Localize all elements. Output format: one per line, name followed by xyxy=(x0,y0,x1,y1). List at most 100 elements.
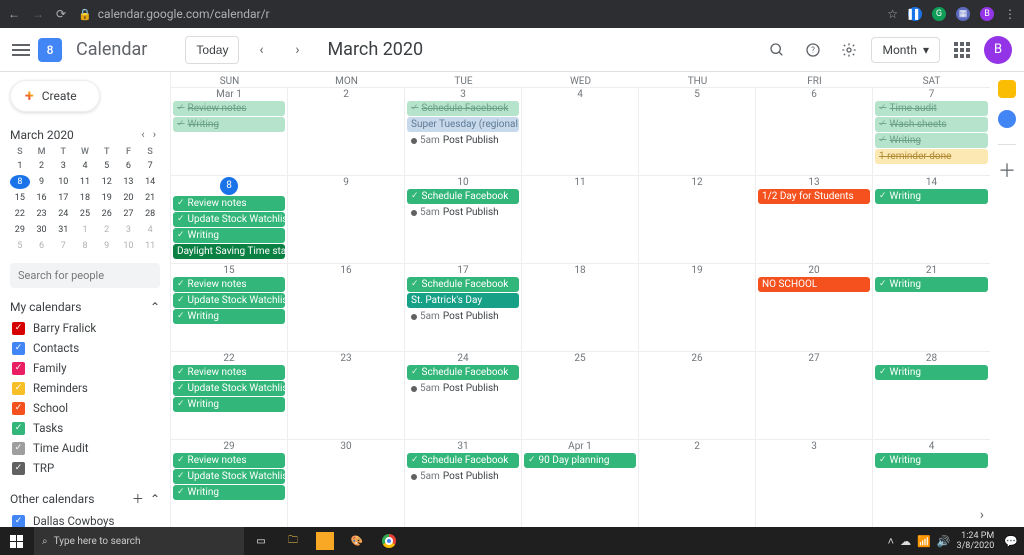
mini-day-cell[interactable]: 6 xyxy=(119,159,139,173)
next-period-button[interactable]: › xyxy=(283,36,311,64)
mini-day-cell[interactable]: 12 xyxy=(97,175,117,189)
day-cell[interactable]: 4 xyxy=(522,88,639,175)
mini-day-cell[interactable]: 5 xyxy=(97,159,117,173)
calendar-checkbox[interactable]: ✓ xyxy=(12,362,25,375)
taskbar-clock[interactable]: 1:24 PM 3/8/2020 xyxy=(957,531,999,551)
mini-day-cell[interactable]: 23 xyxy=(32,207,52,221)
search-people-input[interactable]: Search for people xyxy=(10,263,160,288)
tray-up-icon[interactable]: ˄ xyxy=(888,535,894,548)
keep-icon[interactable] xyxy=(998,80,1016,98)
day-cell[interactable]: 30 xyxy=(288,440,405,527)
mini-day-cell[interactable]: 6 xyxy=(32,239,52,253)
day-cell[interactable]: 28✓Writing xyxy=(873,352,990,439)
day-cell[interactable]: 8✓Review notes✓Update Stock Watchlist✓Wr… xyxy=(171,176,288,263)
mini-day-cell[interactable]: 17 xyxy=(53,191,73,205)
calendar-event[interactable]: Super Tuesday (regional holiday) xyxy=(407,117,519,132)
day-cell[interactable]: 3 xyxy=(756,440,873,527)
calendar-event[interactable]: 5amPost Publish xyxy=(407,133,519,148)
mini-day-cell[interactable]: 15 xyxy=(10,191,30,205)
day-cell[interactable]: 18 xyxy=(522,264,639,351)
calendar-event[interactable]: 5amPost Publish xyxy=(407,205,519,220)
day-cell[interactable]: 23 xyxy=(288,352,405,439)
calendar-checkbox[interactable]: ✓ xyxy=(12,342,25,355)
mini-day-cell[interactable]: 24 xyxy=(53,207,73,221)
calendar-event[interactable]: ✓Update Stock Watchlist xyxy=(173,212,285,227)
mini-day-cell[interactable]: 28 xyxy=(140,207,160,221)
calendar-list-item[interactable]: ✓Reminders xyxy=(10,378,160,398)
day-cell[interactable]: 17✓Schedule FacebookSt. Patrick's Day5am… xyxy=(405,264,522,351)
mini-day-cell[interactable]: 30 xyxy=(32,223,52,237)
day-cell[interactable]: 25 xyxy=(522,352,639,439)
browser-reload-icon[interactable]: ⟳ xyxy=(56,7,66,21)
day-cell[interactable]: Mar 1✓Review notes✓Writing xyxy=(171,88,288,175)
google-apps-icon[interactable] xyxy=(948,36,976,64)
day-cell[interactable]: 6 xyxy=(756,88,873,175)
today-button[interactable]: Today xyxy=(185,36,239,64)
mini-day-cell[interactable]: 27 xyxy=(119,207,139,221)
mini-day-cell[interactable]: 22 xyxy=(10,207,30,221)
browser-menu-icon[interactable]: ⋮ xyxy=(1004,7,1016,21)
calendar-event[interactable]: St. Patrick's Day xyxy=(407,293,519,308)
mini-day-cell[interactable]: 5 xyxy=(10,239,30,253)
calendar-event[interactable]: ✓Writing xyxy=(875,189,988,204)
chrome-icon[interactable] xyxy=(374,527,404,555)
calendar-event[interactable]: ✓Schedule Facebook xyxy=(407,277,519,292)
volume-icon[interactable]: 🔊 xyxy=(937,535,951,548)
calendar-event[interactable]: ✓Writing xyxy=(173,228,285,243)
mini-day-cell[interactable]: 25 xyxy=(75,207,95,221)
calendar-event[interactable]: ✓Update Stock Watchlist xyxy=(173,293,285,308)
day-cell[interactable]: 31✓Schedule Facebook5amPost Publish xyxy=(405,440,522,527)
day-cell[interactable]: 22✓Review notes✓Update Stock Watchlist✓W… xyxy=(171,352,288,439)
day-cell[interactable]: 19 xyxy=(639,264,756,351)
ext-icon-2[interactable]: G xyxy=(932,7,946,21)
calendar-event[interactable]: ✓Review notes xyxy=(173,196,285,211)
calendar-event[interactable]: ✓Update Stock Watchlist xyxy=(173,381,285,396)
day-cell[interactable]: 26 xyxy=(639,352,756,439)
calendar-list-item[interactable]: ✓School xyxy=(10,398,160,418)
calendar-event[interactable]: ✓Review notes xyxy=(173,365,285,380)
mini-calendar[interactable]: SMTWTFS123456789101112131415161718192021… xyxy=(10,147,160,253)
create-button[interactable]: Create xyxy=(10,80,100,112)
other-calendars-toggle[interactable]: Other calendars ＋ ⌃ xyxy=(10,490,160,507)
mini-day-cell[interactable]: 26 xyxy=(97,207,117,221)
day-cell[interactable]: 14✓Writing xyxy=(873,176,990,263)
calendar-event[interactable]: ✓Writing xyxy=(173,117,285,132)
mini-day-cell[interactable]: 1 xyxy=(10,159,30,173)
calendar-list-item[interactable]: ✓Contacts xyxy=(10,338,160,358)
mini-day-cell[interactable]: 2 xyxy=(32,159,52,173)
mini-day-cell[interactable]: 3 xyxy=(119,223,139,237)
calendar-event[interactable]: 5amPost Publish xyxy=(407,309,519,324)
calendar-list-item[interactable]: ✓Barry Fralick xyxy=(10,318,160,338)
day-cell[interactable]: 29✓Review notes✓Update Stock Watchlist✓W… xyxy=(171,440,288,527)
day-cell[interactable]: 15✓Review notes✓Update Stock Watchlist✓W… xyxy=(171,264,288,351)
mini-day-cell[interactable]: 10 xyxy=(119,239,139,253)
day-cell[interactable]: 2 xyxy=(639,440,756,527)
calendar-event[interactable]: ✓Update Stock Watchlist xyxy=(173,469,285,484)
show-side-panel-icon[interactable]: › xyxy=(980,507,984,523)
mini-day-cell[interactable]: 21 xyxy=(140,191,160,205)
calendar-event[interactable]: 5amPost Publish xyxy=(407,381,519,396)
mini-day-cell[interactable]: 1 xyxy=(75,223,95,237)
bookmark-star-icon[interactable]: ☆ xyxy=(887,7,898,21)
browser-profile-icon[interactable]: B xyxy=(980,7,994,21)
mini-day-cell[interactable]: 9 xyxy=(32,175,52,189)
mini-day-cell[interactable]: 7 xyxy=(140,159,160,173)
calendar-list-item[interactable]: ✓Dallas Cowboys xyxy=(10,511,160,527)
onedrive-icon[interactable]: ☁ xyxy=(900,535,911,548)
search-icon[interactable] xyxy=(763,36,791,64)
calendar-checkbox[interactable]: ✓ xyxy=(12,402,25,415)
calendar-event[interactable]: ✓Writing xyxy=(173,309,285,324)
mini-next-button[interactable]: › xyxy=(149,126,160,143)
calendar-checkbox[interactable]: ✓ xyxy=(12,442,25,455)
day-cell[interactable]: 3✓Schedule FacebookSuper Tuesday (region… xyxy=(405,88,522,175)
main-menu-icon[interactable] xyxy=(12,44,30,56)
mini-day-cell[interactable]: 11 xyxy=(75,175,95,189)
calendar-list-item[interactable]: ✓Tasks xyxy=(10,418,160,438)
calendar-list-item[interactable]: ✓Time Audit xyxy=(10,438,160,458)
day-cell[interactable]: 16 xyxy=(288,264,405,351)
day-cell[interactable]: 9 xyxy=(288,176,405,263)
calendar-checkbox[interactable]: ✓ xyxy=(12,382,25,395)
ext-icon-3[interactable]: ▦ xyxy=(956,7,970,21)
day-cell[interactable]: 5 xyxy=(639,88,756,175)
day-cell[interactable]: 21✓Writing xyxy=(873,264,990,351)
